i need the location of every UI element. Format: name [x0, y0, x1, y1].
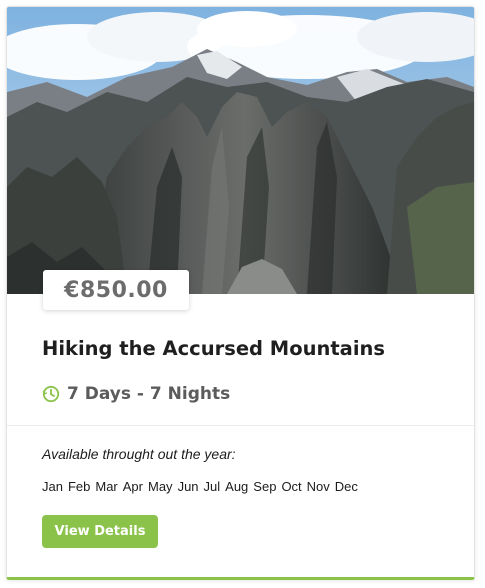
month-item: Nov	[306, 479, 330, 494]
month-item: Jun	[177, 479, 199, 494]
month-list: Jan Feb Mar Apr May Jun Jul Aug Sep Oct …	[42, 479, 360, 494]
month-item: Aug	[225, 479, 249, 494]
month-item: Mar	[95, 479, 118, 494]
duration-label: 7 Days - 7 Nights	[67, 384, 231, 404]
month-item: Apr	[122, 479, 143, 494]
tour-duration: 7 Days - 7 Nights	[42, 384, 230, 404]
tour-card: €850.00 Hiking the Accursed Mountains 7 …	[6, 6, 475, 580]
month-item: Sep	[253, 479, 277, 494]
availability-label: Available throught out the year:	[42, 446, 236, 462]
tour-image[interactable]	[7, 7, 474, 294]
month-item: Jan	[42, 479, 63, 494]
month-item: Jul	[203, 479, 221, 494]
price-badge: €850.00	[43, 270, 189, 310]
tour-title[interactable]: Hiking the Accursed Mountains	[42, 337, 385, 360]
month-item: May	[148, 479, 173, 494]
mountains-photo	[7, 7, 474, 294]
view-details-button[interactable]: View Details	[42, 515, 158, 548]
month-item: Feb	[67, 479, 91, 494]
divider	[7, 425, 474, 426]
month-item: Oct	[281, 479, 302, 494]
clock-icon	[42, 385, 60, 403]
month-item: Dec	[334, 479, 358, 494]
